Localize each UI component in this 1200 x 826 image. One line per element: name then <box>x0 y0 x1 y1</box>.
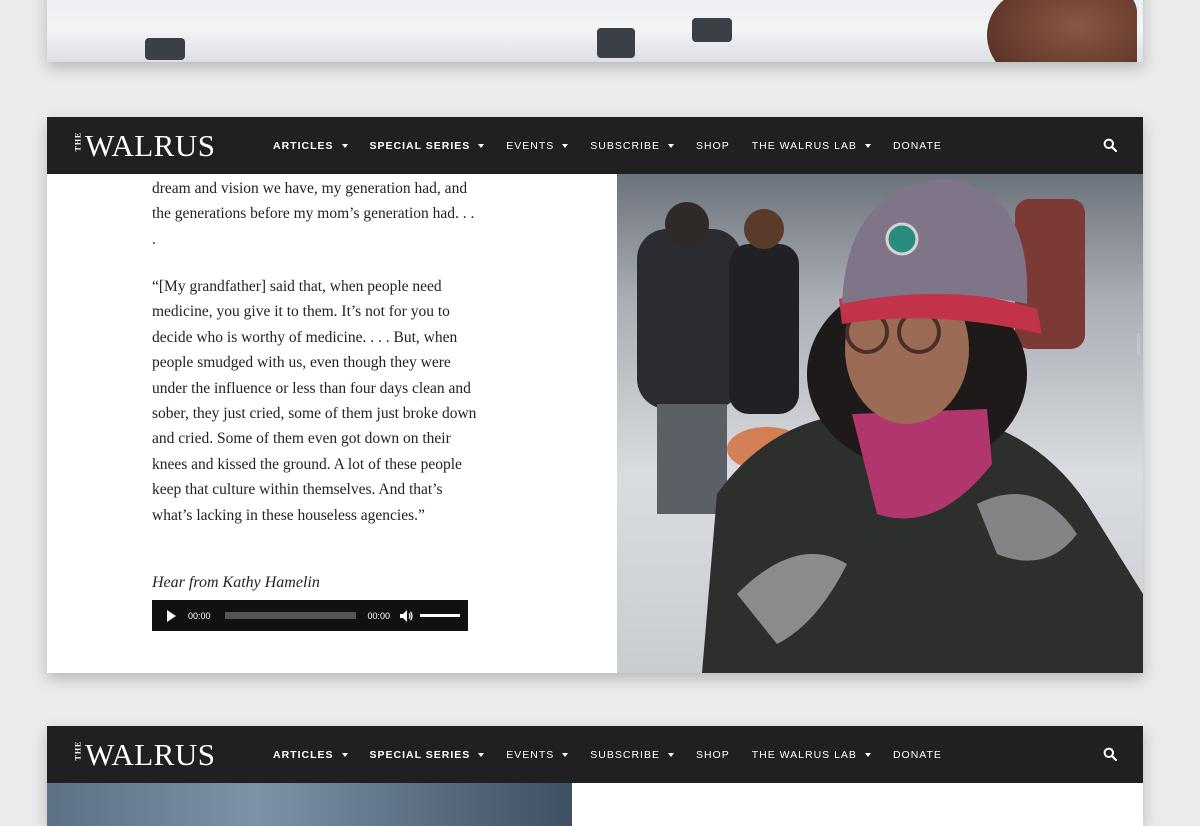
photo-boot-shape <box>145 38 185 60</box>
next-screenshot-card: THE WALRUS ARTICLES SPECIAL SERIES EVENT… <box>47 726 1143 826</box>
chevron-down-icon <box>478 143 485 148</box>
menu-label: SUBSCRIBE <box>590 748 660 761</box>
logo-word: WALRUS <box>85 737 216 772</box>
search-icon[interactable] <box>1103 138 1117 152</box>
menu-label: SUBSCRIBE <box>590 139 660 152</box>
menu-label: EVENTS <box>506 139 555 152</box>
volume-icon[interactable] <box>400 609 414 622</box>
menu-item-shop[interactable]: SHOP <box>696 140 730 152</box>
menu-item-events[interactable]: EVENTS <box>506 748 569 761</box>
menu-label: DONATE <box>892 748 942 761</box>
menu-item-subscribe[interactable]: SUBSCRIBE <box>590 140 674 152</box>
menu-label: SHOP <box>695 139 730 152</box>
chevron-down-icon <box>341 752 348 757</box>
nav-bar: THE WALRUS ARTICLES SPECIAL SERIES EVENT… <box>47 117 1143 174</box>
main-screenshot-card: THE WALRUS ARTICLES SPECIAL SERIES EVENT… <box>47 117 1143 673</box>
menu-item-shop[interactable]: SHOP <box>696 749 730 761</box>
volume-slider[interactable] <box>420 614 461 617</box>
snow-photo <box>47 0 1143 62</box>
logo-the: THE <box>73 740 83 760</box>
chevron-down-icon <box>341 143 348 148</box>
scrollbar-thumb[interactable] <box>1137 333 1140 355</box>
nav-bar-duplicate: THE WALRUS ARTICLES SPECIAL SERIES EVENT… <box>47 726 1143 783</box>
menu-label: SPECIAL SERIES <box>369 139 471 152</box>
main-menu: ARTICLES SPECIAL SERIES EVENTS SUBSCRIBE… <box>273 117 964 174</box>
photo-boot-shape <box>597 28 635 58</box>
menu-label: THE WALRUS LAB <box>751 748 857 761</box>
article-paragraph: dream and vision we have, my generation … <box>152 180 475 248</box>
chevron-down-icon <box>667 143 674 148</box>
menu-item-special-series[interactable]: SPECIAL SERIES <box>370 140 485 152</box>
logo-word: WALRUS <box>85 128 216 163</box>
chevron-down-icon <box>478 752 485 757</box>
menu-label: SHOP <box>695 748 730 761</box>
duration-time: 00:00 <box>367 610 391 621</box>
current-time: 00:00 <box>188 610 211 621</box>
menu-item-walrus-lab[interactable]: THE WALRUS LAB <box>752 140 871 152</box>
menu-item-donate[interactable]: DONATE <box>893 140 942 152</box>
search-icon[interactable] <box>1103 747 1117 761</box>
menu-label: ARTICLES <box>273 139 334 152</box>
menu-label: EVENTS <box>506 748 555 761</box>
menu-item-articles[interactable]: ARTICLES <box>273 140 348 152</box>
logo-the: THE <box>73 131 83 151</box>
play-icon[interactable] <box>167 609 176 622</box>
menu-item-articles[interactable]: ARTICLES <box>273 749 348 761</box>
chevron-down-icon <box>562 143 569 148</box>
audio-player: 00:00 00:00 <box>152 600 468 631</box>
previous-screenshot-card <box>47 0 1143 62</box>
walrus-logo[interactable]: THE WALRUS <box>73 129 215 163</box>
article-photo-strip <box>47 783 572 826</box>
menu-label: ARTICLES <box>273 748 334 761</box>
photo-boot-shape <box>692 18 732 42</box>
menu-item-walrus-lab[interactable]: THE WALRUS LAB <box>752 749 871 761</box>
audio-caption: Hear from Kathy Hamelin <box>152 574 320 591</box>
chevron-down-icon <box>667 752 674 757</box>
portrait-photo <box>617 174 1143 673</box>
chevron-down-icon <box>562 752 569 757</box>
menu-item-special-series[interactable]: SPECIAL SERIES <box>370 749 485 761</box>
menu-item-subscribe[interactable]: SUBSCRIBE <box>590 749 674 761</box>
chevron-down-icon <box>864 752 871 757</box>
article-quote-paragraph: “[My grandfather] said that, when people… <box>152 278 477 524</box>
menu-label: THE WALRUS LAB <box>751 139 857 152</box>
chevron-down-icon <box>864 143 871 148</box>
walrus-logo[interactable]: THE WALRUS <box>73 738 215 772</box>
menu-label: DONATE <box>892 139 942 152</box>
main-menu: ARTICLES SPECIAL SERIES EVENTS SUBSCRIBE… <box>273 726 964 783</box>
menu-label: SPECIAL SERIES <box>369 748 471 761</box>
audio-progress-track[interactable] <box>224 612 356 619</box>
menu-item-donate[interactable]: DONATE <box>893 749 942 761</box>
photo-hand-shape <box>987 0 1137 62</box>
menu-item-events[interactable]: EVENTS <box>506 139 569 152</box>
